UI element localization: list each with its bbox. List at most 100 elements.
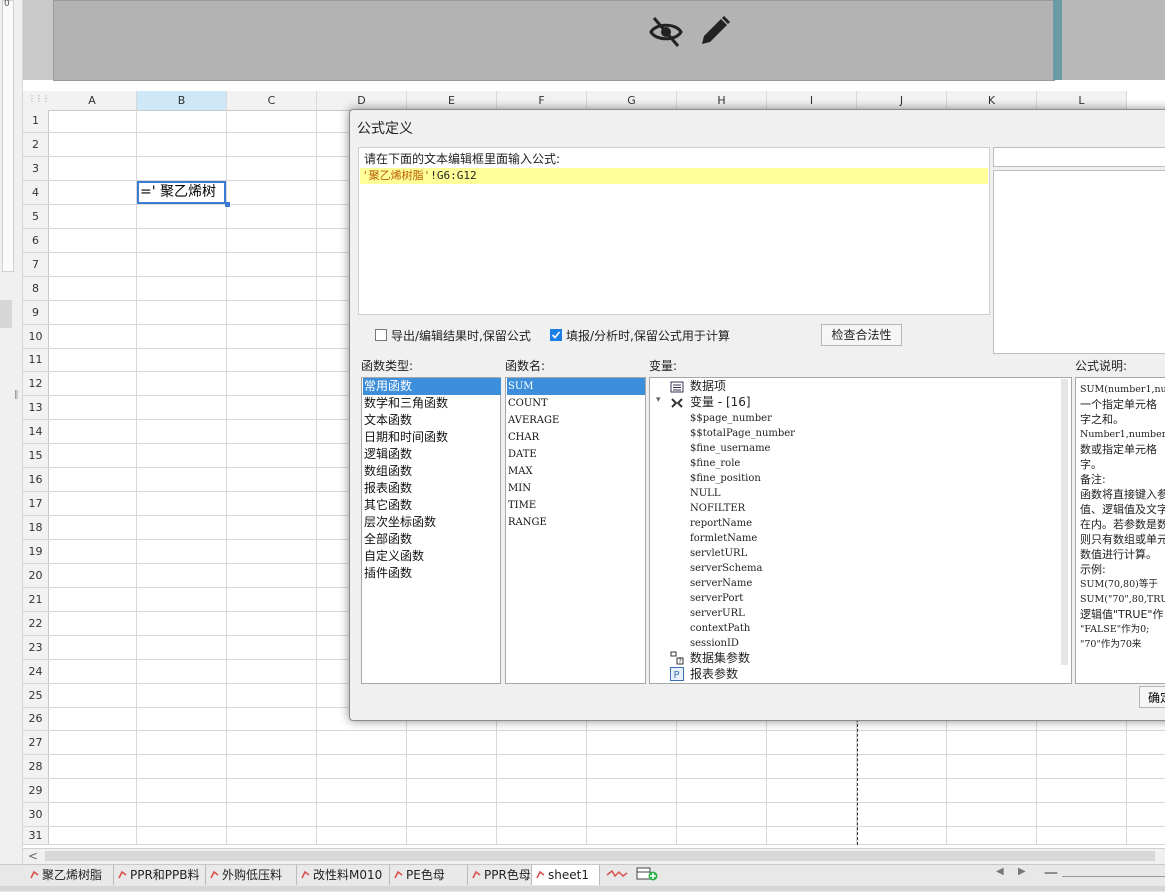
function-category-list[interactable]: 常用函数 数学和三角函数 文本函数 日期和时间函数 逻辑函数 数组函数 报表函数 其它函数 层次… <box>361 377 501 684</box>
splitter-handle[interactable]: ‖ <box>14 390 19 410</box>
hide-eye-icon[interactable] <box>648 14 684 50</box>
sheet-tab[interactable]: 聚乙烯树脂 <box>26 865 114 885</box>
function-name-item[interactable]: MIN <box>507 480 531 497</box>
tab-scroll-right-icon[interactable]: ▶ <box>1018 866 1026 877</box>
row-header[interactable]: 6 <box>23 229 49 253</box>
formula-search-input[interactable] <box>993 147 1165 167</box>
zoom-out-icon[interactable]: — <box>1044 865 1058 881</box>
row-header[interactable]: 26 <box>23 708 49 731</box>
row-header[interactable]: 17 <box>23 492 49 516</box>
sheet-tab[interactable]: PE色母 <box>390 865 468 885</box>
variable-item[interactable]: $$page_number <box>690 411 772 426</box>
scrollbar-thumb[interactable] <box>45 851 1155 861</box>
row-header[interactable]: 12 <box>23 372 49 396</box>
row-header[interactable]: 2 <box>23 133 49 157</box>
variable-item[interactable]: servletURL <box>690 546 747 561</box>
column-header[interactable]: D <box>317 91 407 111</box>
function-name-item[interactable]: MAX <box>507 463 533 480</box>
function-category-item[interactable]: 层次坐标函数 <box>363 514 436 531</box>
variable-item[interactable]: contextPath <box>690 621 750 636</box>
row-header[interactable]: 23 <box>23 636 49 660</box>
variable-item[interactable]: formletName <box>690 531 757 546</box>
variable-tree-scrollbar[interactable] <box>1061 379 1068 665</box>
row-header[interactable]: 22 <box>23 612 49 636</box>
column-header[interactable]: A <box>48 91 137 111</box>
sheet-tab[interactable]: PPR色母 <box>468 865 532 885</box>
add-sheet-icon[interactable] <box>606 868 630 880</box>
function-category-item[interactable]: 插件函数 <box>363 565 412 582</box>
select-all-corner[interactable]: ⋮⋮⋮ <box>23 91 50 111</box>
collapse-arrow-icon[interactable]: ▾ <box>656 395 661 405</box>
row-header[interactable]: 20 <box>23 564 49 588</box>
sheet-tab[interactable]: PPR和PPB料 <box>114 865 206 885</box>
column-header[interactable]: E <box>407 91 497 111</box>
edit-pencil-icon[interactable] <box>698 14 732 48</box>
formula-text[interactable]: '聚乙烯树脂'!G6:G12 <box>362 168 477 184</box>
row-header[interactable]: 7 <box>23 253 49 277</box>
column-header[interactable]: H <box>677 91 767 111</box>
column-header[interactable]: C <box>227 91 317 111</box>
row-header[interactable]: 29 <box>23 779 49 803</box>
variable-item[interactable]: NOFILTER <box>690 501 745 516</box>
variable-item[interactable]: serverName <box>690 576 752 591</box>
row-header[interactable]: 19 <box>23 540 49 564</box>
function-name-item[interactable]: RANGE <box>507 514 547 531</box>
sheet-tab[interactable]: 改性料M010 <box>297 865 390 885</box>
variable-item[interactable]: $fine_role <box>690 456 740 471</box>
row-header[interactable]: 21 <box>23 588 49 612</box>
column-header[interactable]: G <box>587 91 677 111</box>
row-header[interactable]: 3 <box>23 157 49 181</box>
function-category-item[interactable]: 数学和三角函数 <box>363 395 448 412</box>
variable-item[interactable]: NULL <box>690 486 720 501</box>
column-header[interactable]: K <box>947 91 1037 111</box>
function-category-item[interactable]: 全部函数 <box>363 531 412 548</box>
row-header[interactable]: 4 <box>23 181 49 205</box>
fill-handle[interactable] <box>225 202 230 207</box>
function-category-item[interactable]: 其它函数 <box>363 497 412 514</box>
tree-data-items[interactable]: 数据项 <box>690 378 726 394</box>
function-category-item[interactable]: 逻辑函数 <box>363 446 412 463</box>
row-header[interactable]: 14 <box>23 420 49 444</box>
function-category-item[interactable]: 报表函数 <box>363 480 412 497</box>
variable-item[interactable]: reportName <box>690 516 752 531</box>
variable-tree[interactable]: 数据项 ▾ 变量 - [16] $$page_number $$totalPage… <box>649 377 1072 684</box>
function-name-item[interactable]: COUNT <box>507 395 548 412</box>
row-header[interactable]: 31 <box>23 827 49 845</box>
function-name-list[interactable]: SUM COUNT AVERAGE CHAR DATE MAX MIN TIME RANGE <box>505 377 646 684</box>
tab-scroll-left-icon[interactable]: ◀ <box>996 866 1004 877</box>
function-name-item[interactable]: CHAR <box>507 429 539 446</box>
function-name-item[interactable]: TIME <box>507 497 536 514</box>
variable-item[interactable]: serverSchema <box>690 561 762 576</box>
variable-item[interactable]: serverPort <box>690 591 743 606</box>
row-header[interactable]: 13 <box>23 396 49 420</box>
function-category-item[interactable]: 数组函数 <box>363 463 412 480</box>
sheet-tab[interactable]: 外购低压料 <box>206 865 297 885</box>
row-header[interactable]: 1 <box>23 110 49 133</box>
variable-item[interactable]: $fine_position <box>690 471 761 486</box>
active-cell-b4[interactable]: =' 聚乙烯树 <box>137 181 226 204</box>
left-scroll-marker[interactable] <box>0 300 12 328</box>
zoom-slider[interactable] <box>1062 876 1165 877</box>
row-header[interactable]: 5 <box>23 205 49 229</box>
row-header[interactable]: 16 <box>23 468 49 492</box>
variable-item[interactable]: $$totalPage_number <box>690 426 795 441</box>
row-header[interactable]: 28 <box>23 755 49 779</box>
variable-item[interactable]: serverURL <box>690 606 745 621</box>
variable-item[interactable]: $fine_username <box>690 441 770 456</box>
row-header[interactable]: 24 <box>23 660 49 684</box>
function-category-item[interactable]: 文本函数 <box>363 412 412 429</box>
column-header[interactable]: J <box>857 91 947 111</box>
function-category-item[interactable]: 常用函数 <box>363 378 501 395</box>
row-header[interactable]: 8 <box>23 277 49 301</box>
sheet-tab[interactable]: sheet1 <box>532 865 600 885</box>
tree-dataset-params[interactable]: 数据集参数 <box>690 650 750 666</box>
row-header[interactable]: 15 <box>23 444 49 468</box>
row-header[interactable]: 11 <box>23 349 49 372</box>
row-header[interactable]: 10 <box>23 325 49 349</box>
keep-formula-fill-checkbox[interactable] <box>550 329 562 341</box>
row-header[interactable]: 9 <box>23 301 49 325</box>
function-name-item[interactable]: DATE <box>507 446 537 463</box>
function-category-item[interactable]: 自定义函数 <box>363 548 424 565</box>
variable-item[interactable]: sessionID <box>690 636 739 651</box>
row-header[interactable]: 18 <box>23 516 49 540</box>
